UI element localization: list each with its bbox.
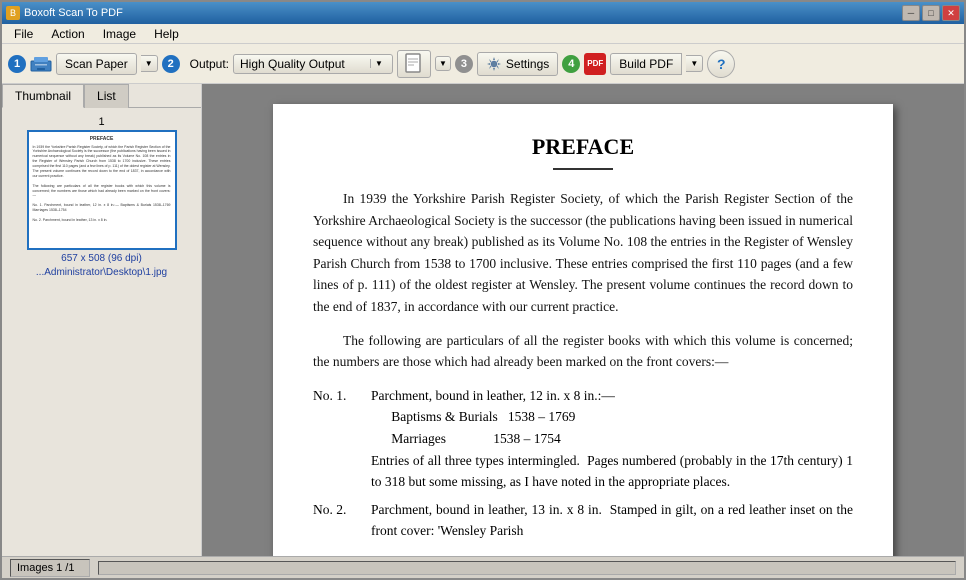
thumbnail-info: 657 x 508 (96 dpi) ...Administrator\Desk… [36,252,167,280]
list-item: 1 PREFACE In 1939 the Yorkshire Parish R… [10,116,193,280]
progress-bar [98,561,956,575]
build-pdf-label: Build PDF [619,57,673,71]
title-bar: B Boxoft Scan To PDF ─ □ ✕ [2,2,964,24]
minimize-button[interactable]: ─ [902,5,920,21]
app-icon: B [6,6,20,20]
output-value: High Quality Output [240,57,345,71]
document-area[interactable]: PREFACE In 1939 the Yorkshire Parish Reg… [202,84,964,556]
close-button[interactable]: ✕ [942,5,960,21]
step2-badge: 2 [162,55,180,73]
pdf-icon: PDF [584,53,606,75]
help-button[interactable]: ? [707,50,735,78]
list-item-no1: No. 1. Parchment, bound in leather, 12 i… [313,385,853,493]
thumbnail-number: 1 [98,116,104,128]
window-title: Boxoft Scan To PDF [24,7,123,19]
scan-paper-button[interactable]: Scan Paper [56,53,137,75]
document-title: PREFACE [313,134,853,160]
title-buttons: ─ □ ✕ [902,5,960,21]
page-icon [404,53,424,75]
status-bar: Images 1 /1 [2,556,964,578]
left-panel: Thumbnail List 1 PREFACE In 1939 the Yor… [2,84,202,556]
title-bar-left: B Boxoft Scan To PDF [6,6,123,20]
thumbnail-area: 1 PREFACE In 1939 the Yorkshire Parish R… [2,108,201,556]
build-pdf-dropdown[interactable]: ▼ [686,55,703,72]
scan-paper-arrow-icon: ▼ [145,59,153,68]
menu-help[interactable]: Help [146,25,187,43]
tab-thumbnail[interactable]: Thumbnail [2,84,84,108]
menu-action[interactable]: Action [43,25,92,43]
tab-list[interactable]: List [84,84,129,108]
menu-bar: File Action Image Help [2,24,964,44]
gear-icon [486,56,502,72]
list-label-no2: No. 2. [313,499,363,542]
build-pdf-arrow-icon: ▼ [690,59,698,68]
app-window: B Boxoft Scan To PDF ─ □ ✕ File Action I… [0,0,966,580]
step3-badge: 3 [455,55,473,73]
step4-badge: 4 [562,55,580,73]
settings-label: Settings [506,57,549,71]
scanner-icon [30,55,52,73]
title-underline [553,168,613,170]
paragraph-2: The following are particulars of all the… [313,330,853,373]
step1-badge: 1 [8,55,26,73]
menu-image[interactable]: Image [95,25,144,43]
scan-paper-dropdown[interactable]: ▼ [141,55,158,72]
page-format-button[interactable] [397,50,431,78]
document-page: PREFACE In 1939 the Yorkshire Parish Reg… [273,104,893,556]
build-pdf-button[interactable]: Build PDF [610,53,682,75]
list-content-no2: Parchment, bound in leather, 13 in. x 8 … [371,499,853,542]
output-label: Output: [190,57,229,71]
document-body: In 1939 the Yorkshire Parish Register So… [313,188,853,373]
restore-button[interactable]: □ [922,5,940,21]
thumbnail-content: PREFACE In 1939 the Yorkshire Parish Reg… [33,136,171,223]
list-content-no1: Parchment, bound in leather, 12 in. x 8 … [371,385,853,493]
tab-bar: Thumbnail List [2,84,201,108]
list-item-no2: No. 2. Parchment, bound in leather, 13 i… [313,499,853,542]
output-dropdown[interactable]: High Quality Output ▼ [233,54,393,74]
toolbar: 1 Scan Paper ▼ 2 Output: High Quality Ou… [2,44,964,84]
thumbnail-image[interactable]: PREFACE In 1939 the Yorkshire Parish Reg… [27,130,177,250]
images-count: Images 1 /1 [10,559,90,577]
main-area: Thumbnail List 1 PREFACE In 1939 the Yor… [2,84,964,556]
scan-paper-label: Scan Paper [65,57,128,71]
page-format-arrow-btn[interactable]: ▼ [435,56,451,71]
output-arrow-icon: ▼ [370,59,386,68]
menu-file[interactable]: File [6,25,41,43]
list-label-no1: No. 1. [313,385,363,493]
paragraph-1: In 1939 the Yorkshire Parish Register So… [313,188,853,318]
settings-button[interactable]: Settings [477,52,558,76]
